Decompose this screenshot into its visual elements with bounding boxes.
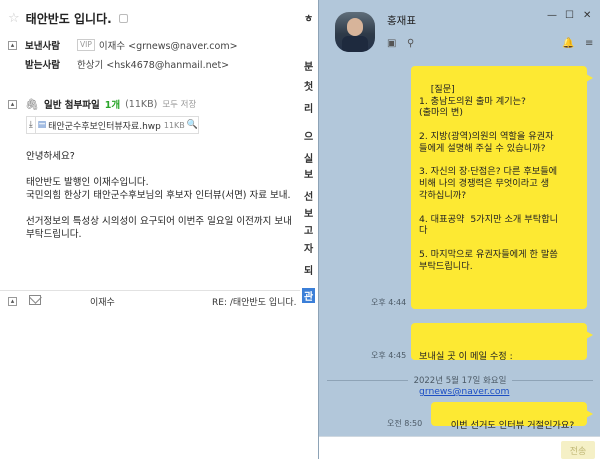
collapse-toggle-icon[interactable]: ▴ (8, 40, 17, 50)
attachments-size: (11KB) (125, 98, 158, 110)
preview-icon[interactable]: 🔍 (187, 120, 198, 130)
attachment-file-name[interactable]: 태안군수후보인터뷰자료.hwp (48, 119, 161, 132)
attachments-count: 1개 (104, 100, 121, 111)
notification-bell-icon[interactable]: 🔔 (562, 38, 576, 50)
chat-message[interactable]: 이번 선거도 인터뷰 거절인가요? (431, 402, 593, 431)
contact-name: 홍재표 (387, 15, 416, 27)
close-icon[interactable]: ✕ (583, 10, 591, 21)
bg-char: 분 (304, 62, 314, 73)
sender-value[interactable]: 이재수 <grnews@naver.com> (99, 38, 238, 52)
reply-sender[interactable]: 이재수 (90, 295, 115, 308)
message-text: 보내실 곳 이 메일 수정 : (419, 350, 513, 362)
recipient-label: 받는사람 (25, 60, 60, 71)
message-text: [질문] 1. 충남도의원 출마 계기는? (출마의 변) 2. 지방(광역)의… (419, 83, 559, 272)
message-time: 오후 4:45 (371, 351, 407, 360)
vip-badge: VIP (77, 39, 95, 51)
envelope-icon (29, 295, 41, 305)
bg-char: 자 (304, 244, 314, 255)
bg-char: 고 (304, 226, 314, 237)
bg-char: 관 (302, 288, 316, 303)
body-line: 태안반도 발행인 이재수입니다. (26, 177, 149, 188)
recipient-row: 받는사람 한상기 <hsk4678@hanmail.net> (25, 57, 229, 71)
document-icon: ▤ (37, 120, 47, 130)
body-line: 부탁드립니다. (26, 229, 82, 240)
search-icon[interactable]: ⚲ (407, 38, 414, 49)
download-icon[interactable]: ⤓ (27, 117, 36, 133)
email-subject-row: ☆ 태안반도 입니다. (8, 10, 128, 27)
attachments-header: ▴ 🖇 일반 첨부파일 1개 (11KB) 모두 저장 (8, 97, 196, 111)
profile-card-icon[interactable]: ▣ (387, 38, 396, 49)
sender-label: 보낸사람 (25, 41, 60, 52)
attachment-file[interactable]: ⤓ ▤ 태안군수후보인터뷰자료.hwp 11KB 🔍 (26, 116, 199, 134)
chat-header: 홍재표 ▣ ⚲ — ☐ ✕ 🔔 ≡ (319, 0, 600, 62)
star-icon[interactable]: ☆ (8, 12, 20, 25)
email-link[interactable]: grnews@naver.com (419, 386, 579, 398)
bg-char: 되 (304, 266, 314, 277)
message-time: 오전 8:50 (387, 419, 423, 428)
message-input[interactable]: 전송 (319, 436, 600, 459)
bg-char: 실 (304, 154, 314, 165)
message-time: 오후 4:44 (371, 298, 407, 307)
bg-char: 보 (304, 170, 314, 181)
email-view: ☆ 태안반도 입니다. ▴ 보낸사람 VIP 이재수 <grnews@naver… (0, 0, 312, 459)
bg-char: ㅎ (304, 14, 314, 25)
paperclip-icon: 🖇 (25, 97, 39, 111)
recipient-value[interactable]: 한상기 <hsk4678@hanmail.net> (77, 57, 229, 71)
reply-subject[interactable]: RE: /태안반도 입니다. (212, 295, 297, 308)
attachment-file-size: 11KB (163, 120, 185, 130)
bg-char: 리 (304, 104, 314, 115)
message-text: 이번 선거도 인터뷰 거절인가요? (450, 419, 575, 431)
maximize-icon[interactable]: ☐ (565, 10, 574, 21)
chat-message[interactable]: [질문] 1. 충남도의원 출마 계기는? (출마의 변) 2. 지방(광역)의… (411, 66, 593, 309)
bg-char: 첫 (304, 82, 314, 93)
chat-message[interactable]: 보내실 곳 이 메일 수정 : grnews@naver.com (411, 323, 593, 397)
date-separator: 2022년 5월 17일 화요일 (327, 374, 594, 386)
save-all-link[interactable]: 모두 저장 (162, 98, 196, 110)
chat-window: 홍재표 ▣ ⚲ — ☐ ✕ 🔔 ≡ [질문] 1. 충남도의원 출마 계기는? … (318, 0, 600, 459)
refresh-icon[interactable] (118, 14, 128, 23)
attachments-toggle-icon[interactable]: ▴ (8, 99, 17, 109)
background-document-strip: ㅎ 분 첫 리 으 실 보 선 보 고 자 되 관 (300, 0, 320, 459)
bg-char: 으 (304, 132, 314, 143)
body-line: 안녕하세요? (26, 151, 75, 162)
avatar[interactable] (335, 12, 375, 52)
email-body: 안녕하세요? 태안반도 발행인 이재수입니다. 국민의힘 한상기 태안군수후보님… (26, 150, 312, 241)
minimize-icon[interactable]: — (547, 10, 557, 21)
date-separator-text: 2022년 5월 17일 화요일 (413, 376, 507, 386)
attachments-label: 일반 첨부파일 (43, 100, 100, 111)
bg-char: 선 (304, 192, 314, 203)
email-subject: 태안반도 입니다. (25, 12, 112, 26)
sender-row: ▴ 보낸사람 VIP 이재수 <grnews@naver.com> (8, 38, 238, 52)
body-line: 국민의힘 한상기 태안군수후보님의 후보자 인터뷰(서면) 자료 보내. (26, 190, 291, 201)
reply-toggle-icon[interactable]: ▴ (8, 297, 17, 306)
body-line: 선거정보의 특성상 시의성이 요구되어 이번주 일요일 이전까지 보내 (26, 216, 292, 227)
send-button[interactable]: 전송 (561, 441, 595, 459)
bg-char: 보 (304, 209, 314, 220)
reply-row[interactable]: ▴ 이재수 RE: /태안반도 입니다. (0, 290, 312, 310)
menu-icon[interactable]: ≡ (585, 38, 599, 50)
